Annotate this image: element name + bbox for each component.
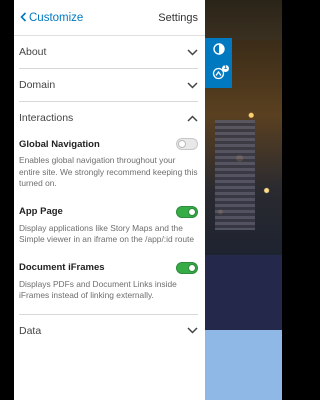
theme-contrast-button[interactable] — [205, 38, 232, 63]
setting-global-navigation: Global Navigation Enables global navigat… — [19, 138, 198, 190]
setting-label: App Page — [19, 206, 63, 217]
settings-panel: Customize Settings About Domain Interact… — [14, 0, 205, 400]
setting-row: App Page — [19, 205, 198, 218]
chevron-down-icon — [187, 48, 198, 56]
setting-label: Document iFrames — [19, 262, 105, 273]
map-water — [205, 330, 282, 400]
setting-label: Global Navigation — [19, 138, 100, 150]
toggle-knob — [188, 263, 196, 272]
app-page-toggle[interactable] — [176, 205, 198, 218]
help-tool-button[interactable]: 1 — [205, 63, 232, 88]
section-data-label: Data — [19, 324, 42, 337]
section-domain-label: Domain — [19, 79, 56, 91]
left-edge — [0, 0, 14, 400]
setting-row: Global Navigation — [19, 138, 198, 150]
section-interactions: Interactions Global Navigation Enables g… — [19, 102, 198, 315]
document-iframes-toggle[interactable] — [176, 261, 198, 274]
section-domain-header[interactable]: Domain — [19, 69, 198, 101]
back-customize-button[interactable]: Customize — [20, 12, 83, 24]
setting-description: Displays PDFs and Document Links inside … — [19, 278, 177, 301]
setting-description: Enables global navigation throughout you… — [19, 155, 198, 188]
map-lake — [205, 255, 282, 330]
section-about: About — [19, 36, 198, 69]
section-about-header[interactable]: About — [19, 36, 198, 68]
map-building — [215, 120, 255, 230]
toggle-knob — [178, 140, 186, 148]
section-domain: Domain — [19, 69, 198, 102]
section-data: Data — [19, 315, 198, 347]
global-navigation-toggle[interactable] — [176, 138, 198, 150]
chevron-down-icon — [187, 81, 198, 89]
setting-app-page: App Page Display applications like Story… — [19, 205, 198, 246]
chevron-left-icon — [20, 11, 27, 24]
section-data-header[interactable]: Data — [19, 315, 198, 347]
section-about-label: About — [19, 46, 47, 58]
section-interactions-header[interactable]: Interactions — [19, 102, 198, 134]
chevron-down-icon — [187, 327, 198, 334]
section-interactions-label: Interactions — [19, 112, 74, 124]
panel-title: Settings — [158, 11, 198, 24]
setting-row: Document iFrames — [19, 261, 198, 274]
toggle-knob — [188, 207, 196, 216]
panel-header: Customize Settings — [14, 0, 205, 36]
contrast-icon — [212, 42, 225, 60]
chevron-up-icon — [187, 114, 198, 122]
tool-badge: 1 — [222, 65, 229, 72]
setting-document-iframes: Document iFrames Displays PDFs and Docum… — [19, 261, 198, 302]
back-label: Customize — [29, 11, 84, 24]
setting-description: Display applications like Story Maps and… — [19, 222, 195, 245]
map-sky — [205, 0, 282, 40]
